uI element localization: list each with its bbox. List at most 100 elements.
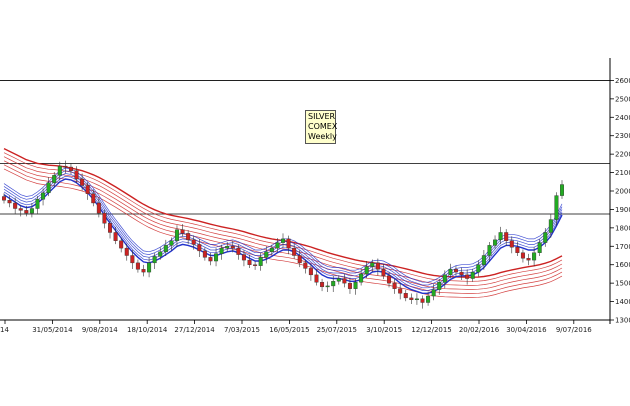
candle-body-39 [219, 247, 224, 254]
candle-body-47 [264, 251, 269, 258]
candle-71 [398, 283, 403, 300]
candle-body-9 [52, 175, 57, 183]
x-tick-label-12: 9/07/2016 [556, 326, 592, 334]
candle-body-51 [286, 238, 291, 249]
candle-body-48 [269, 247, 274, 253]
x-tick-label-7: 25/07/2015 [317, 326, 357, 334]
candle-body-90 [504, 232, 509, 241]
chart-canvas: 1300 1400 1500 1600 1700 1800 1900 2000 2100 2200… [0, 58, 630, 334]
y-tick-label-8: 2100 [615, 169, 630, 177]
y-tick-label-2: 1500 [615, 280, 630, 288]
candle-body-72 [403, 293, 408, 299]
candle-74 [414, 293, 419, 305]
candle-33 [186, 230, 191, 245]
candle-body-12 [68, 166, 73, 171]
candle-body-41 [230, 246, 235, 249]
candle-body-13 [74, 170, 79, 180]
candle-body-77 [431, 289, 436, 297]
candle-body-28 [158, 251, 163, 257]
candle-body-70 [392, 282, 397, 289]
candle-94 [526, 253, 531, 266]
candle-body-21 [119, 240, 124, 249]
candle-91 [509, 236, 514, 254]
candle-body-65 [364, 266, 369, 275]
candle-body-22 [124, 247, 129, 256]
y-tick-label-13: 2600 [615, 77, 630, 85]
candle-body-74 [414, 298, 419, 301]
candle-73 [409, 293, 414, 304]
candle-body-59 [331, 281, 336, 287]
candle-body-18 [102, 212, 107, 224]
candle-body-0 [2, 196, 6, 201]
candle-body-56 [314, 274, 319, 283]
candle-38 [214, 248, 219, 267]
candle-body-67 [375, 262, 380, 270]
y-tick-label-9: 2200 [615, 151, 630, 159]
candle-body-79 [442, 274, 447, 283]
candle-body-32 [180, 229, 185, 234]
candle-body-81 [453, 269, 458, 273]
candle-body-95 [532, 252, 537, 261]
candle-body-33 [186, 233, 191, 241]
candle-body-83 [465, 274, 470, 279]
candle-body-76 [426, 295, 431, 303]
candle-body-43 [241, 254, 246, 261]
candle-body-1 [7, 200, 12, 204]
candle-body-19 [108, 223, 113, 233]
candle-51 [286, 235, 291, 255]
candle-45 [253, 261, 258, 270]
candle-body-23 [130, 255, 135, 264]
x-tick-label-3: 18/10/2014 [127, 326, 168, 334]
candle-50 [281, 233, 286, 248]
y-tick-label-1: 1400 [615, 298, 630, 306]
candle-body-98 [548, 219, 553, 233]
candle-58 [325, 281, 330, 292]
candle-body-49 [275, 242, 280, 249]
candle-body-55 [308, 268, 313, 276]
candle-body-17 [96, 202, 101, 214]
candle-15 [85, 182, 90, 200]
candle-body-35 [197, 244, 202, 252]
candle-body-42 [236, 247, 241, 255]
annotation-line-1: SILVER [308, 112, 336, 121]
candle-body-99 [554, 195, 559, 220]
candle-body-5 [29, 208, 34, 214]
candle-82 [459, 267, 464, 281]
candle-body-40 [225, 246, 230, 249]
candle-body-16 [91, 193, 96, 204]
y-tick-label-4: 1700 [615, 243, 630, 251]
candle-body-62 [347, 282, 352, 289]
candle-body-6 [35, 199, 40, 209]
y-tick-label-0: 1300 [615, 317, 630, 325]
candle-body-57 [320, 282, 325, 288]
y-tick-label-5: 1800 [615, 224, 630, 232]
candle-body-50 [281, 238, 286, 243]
x-tick-label-5: 7/03/2015 [224, 326, 260, 334]
annotation-line-2: COMEX [308, 122, 338, 131]
candle-70 [392, 278, 397, 294]
candle-body-24 [135, 262, 140, 270]
long-ma-line-0 [3, 147, 563, 278]
y-tick-label-6: 1900 [615, 206, 630, 214]
candle-body-75 [420, 298, 425, 303]
candle-body-87 [487, 245, 492, 256]
candle-body-92 [515, 247, 520, 253]
candle-body-89 [498, 232, 503, 241]
candle-body-45 [253, 264, 258, 266]
candle-body-73 [409, 297, 414, 300]
candle-body-84 [470, 271, 475, 279]
candle-body-26 [147, 262, 152, 273]
candle-83 [465, 269, 470, 285]
candle-body-11 [63, 165, 68, 168]
candle-body-58 [325, 285, 330, 288]
candle-57 [320, 278, 325, 292]
candle-body-86 [481, 255, 486, 265]
candle-24 [135, 259, 140, 273]
candle-body-100 [560, 184, 565, 196]
candle-9 [52, 172, 57, 187]
y-tick-label-7: 2000 [615, 188, 630, 196]
candle-body-4 [24, 210, 29, 214]
candle-100 [560, 180, 565, 199]
candle-26 [147, 257, 152, 278]
candle-body-68 [381, 269, 386, 276]
